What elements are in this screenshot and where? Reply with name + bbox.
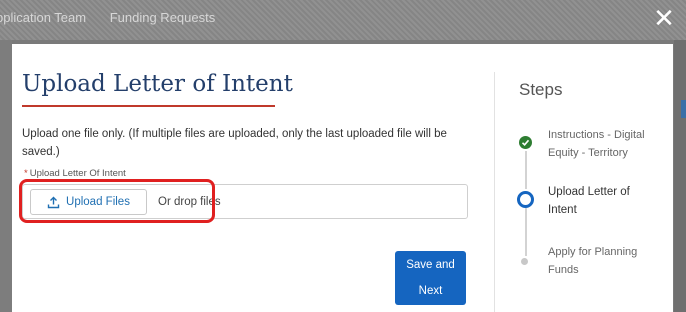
background-app-header: pplication Team Funding Requests ✕ — [0, 0, 686, 40]
close-icon[interactable]: ✕ — [650, 4, 678, 32]
background-overlay-right — [674, 40, 686, 312]
modal-title: Upload Letter of Intent — [22, 71, 293, 97]
upload-icon — [47, 196, 60, 209]
steps-heading: Steps — [519, 80, 563, 99]
check-icon — [519, 136, 532, 149]
step-connector — [525, 208, 527, 256]
step-item-upload-letter[interactable]: Upload Letter of Intent — [548, 183, 658, 219]
nav-item-application-team[interactable]: pplication Team — [0, 10, 86, 25]
file-drop-zone[interactable]: Upload Files Or drop files — [22, 184, 468, 219]
background-nav: pplication Team Funding Requests — [0, 10, 235, 25]
save-and-next-button[interactable]: Save and Next — [395, 251, 466, 305]
upload-instructions: Upload one file only. (If multiple files… — [22, 128, 447, 158]
nav-item-funding-requests[interactable]: Funding Requests — [110, 10, 216, 25]
current-step-icon — [517, 191, 534, 208]
step-connector — [525, 151, 527, 189]
required-marker: * — [24, 168, 28, 179]
title-underline — [22, 105, 275, 107]
upload-modal: Upload Letter of Intent Upload one file … — [12, 44, 673, 312]
background-accent — [681, 100, 686, 118]
step-item-apply-planning-funds[interactable]: Apply for Planning Funds — [548, 243, 658, 279]
background-overlay-left — [0, 40, 12, 312]
field-label: * Upload Letter Of Intent — [24, 168, 126, 179]
drop-files-text: Or drop files — [158, 196, 221, 208]
upcoming-step-icon — [521, 258, 528, 265]
steps-divider — [494, 72, 495, 312]
upload-button-label: Upload Files — [66, 196, 130, 208]
field-label-text: Upload Letter Of Intent — [29, 168, 126, 179]
save-button-line1: Save and — [406, 259, 455, 271]
save-button-line2: Next — [418, 285, 443, 297]
step-item-instructions[interactable]: Instructions - Digital Equity - Territor… — [548, 126, 658, 162]
upload-files-button[interactable]: Upload Files — [30, 189, 147, 215]
